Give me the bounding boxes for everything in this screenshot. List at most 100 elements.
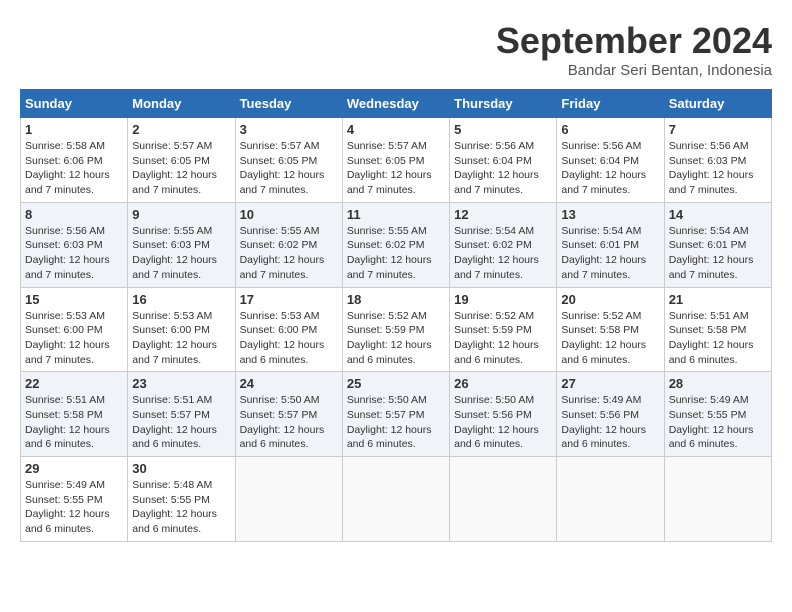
- day-detail: Sunrise: 5:50 AMSunset: 5:57 PMDaylight:…: [347, 393, 445, 452]
- weekday-header: Monday: [128, 90, 235, 118]
- day-detail: Sunrise: 5:52 AMSunset: 5:59 PMDaylight:…: [347, 309, 445, 368]
- calendar-cell: 17 Sunrise: 5:53 AMSunset: 6:00 PMDaylig…: [235, 287, 342, 372]
- calendar-cell: 27 Sunrise: 5:49 AMSunset: 5:56 PMDaylig…: [557, 372, 664, 457]
- day-detail: Sunrise: 5:53 AMSunset: 6:00 PMDaylight:…: [240, 309, 338, 368]
- month-title: September 2024: [496, 20, 772, 62]
- calendar-week-row: 15 Sunrise: 5:53 AMSunset: 6:00 PMDaylig…: [21, 287, 772, 372]
- calendar-cell: 11 Sunrise: 5:55 AMSunset: 6:02 PMDaylig…: [342, 202, 449, 287]
- calendar-cell: 25 Sunrise: 5:50 AMSunset: 5:57 PMDaylig…: [342, 372, 449, 457]
- weekday-header: Friday: [557, 90, 664, 118]
- day-number: 6: [561, 122, 659, 137]
- day-number: 19: [454, 292, 552, 307]
- calendar-cell: [664, 457, 771, 542]
- day-number: 15: [25, 292, 123, 307]
- day-detail: Sunrise: 5:49 AMSunset: 5:55 PMDaylight:…: [669, 393, 767, 452]
- calendar-cell: [235, 457, 342, 542]
- day-number: 13: [561, 207, 659, 222]
- day-detail: Sunrise: 5:57 AMSunset: 6:05 PMDaylight:…: [132, 139, 230, 198]
- day-number: 16: [132, 292, 230, 307]
- weekday-header: Sunday: [21, 90, 128, 118]
- calendar-week-row: 1 Sunrise: 5:58 AMSunset: 6:06 PMDayligh…: [21, 118, 772, 203]
- day-detail: Sunrise: 5:53 AMSunset: 6:00 PMDaylight:…: [25, 309, 123, 368]
- calendar-cell: [342, 457, 449, 542]
- calendar-cell: 24 Sunrise: 5:50 AMSunset: 5:57 PMDaylig…: [235, 372, 342, 457]
- day-detail: Sunrise: 5:56 AMSunset: 6:04 PMDaylight:…: [561, 139, 659, 198]
- day-number: 26: [454, 376, 552, 391]
- calendar-cell: 16 Sunrise: 5:53 AMSunset: 6:00 PMDaylig…: [128, 287, 235, 372]
- day-number: 21: [669, 292, 767, 307]
- day-number: 28: [669, 376, 767, 391]
- day-number: 12: [454, 207, 552, 222]
- day-number: 23: [132, 376, 230, 391]
- day-detail: Sunrise: 5:56 AMSunset: 6:03 PMDaylight:…: [25, 224, 123, 283]
- calendar-cell: 4 Sunrise: 5:57 AMSunset: 6:05 PMDayligh…: [342, 118, 449, 203]
- day-number: 1: [25, 122, 123, 137]
- calendar-cell: 14 Sunrise: 5:54 AMSunset: 6:01 PMDaylig…: [664, 202, 771, 287]
- day-detail: Sunrise: 5:56 AMSunset: 6:04 PMDaylight:…: [454, 139, 552, 198]
- day-detail: Sunrise: 5:51 AMSunset: 5:57 PMDaylight:…: [132, 393, 230, 452]
- day-detail: Sunrise: 5:57 AMSunset: 6:05 PMDaylight:…: [240, 139, 338, 198]
- day-detail: Sunrise: 5:48 AMSunset: 5:55 PMDaylight:…: [132, 478, 230, 537]
- weekday-header: Saturday: [664, 90, 771, 118]
- day-number: 29: [25, 461, 123, 476]
- day-detail: Sunrise: 5:49 AMSunset: 5:56 PMDaylight:…: [561, 393, 659, 452]
- calendar-cell: 26 Sunrise: 5:50 AMSunset: 5:56 PMDaylig…: [450, 372, 557, 457]
- day-detail: Sunrise: 5:51 AMSunset: 5:58 PMDaylight:…: [669, 309, 767, 368]
- calendar-week-row: 8 Sunrise: 5:56 AMSunset: 6:03 PMDayligh…: [21, 202, 772, 287]
- day-number: 11: [347, 207, 445, 222]
- day-detail: Sunrise: 5:50 AMSunset: 5:57 PMDaylight:…: [240, 393, 338, 452]
- calendar-cell: 9 Sunrise: 5:55 AMSunset: 6:03 PMDayligh…: [128, 202, 235, 287]
- day-detail: Sunrise: 5:57 AMSunset: 6:05 PMDaylight:…: [347, 139, 445, 198]
- day-number: 9: [132, 207, 230, 222]
- day-number: 18: [347, 292, 445, 307]
- calendar-cell: 5 Sunrise: 5:56 AMSunset: 6:04 PMDayligh…: [450, 118, 557, 203]
- weekday-header-row: SundayMondayTuesdayWednesdayThursdayFrid…: [21, 90, 772, 118]
- calendar-week-row: 29 Sunrise: 5:49 AMSunset: 5:55 PMDaylig…: [21, 457, 772, 542]
- calendar-cell: 29 Sunrise: 5:49 AMSunset: 5:55 PMDaylig…: [21, 457, 128, 542]
- weekday-header: Thursday: [450, 90, 557, 118]
- day-detail: Sunrise: 5:51 AMSunset: 5:58 PMDaylight:…: [25, 393, 123, 452]
- day-detail: Sunrise: 5:58 AMSunset: 6:06 PMDaylight:…: [25, 139, 123, 198]
- day-detail: Sunrise: 5:54 AMSunset: 6:01 PMDaylight:…: [561, 224, 659, 283]
- calendar-cell: 20 Sunrise: 5:52 AMSunset: 5:58 PMDaylig…: [557, 287, 664, 372]
- day-number: 25: [347, 376, 445, 391]
- calendar-cell: 22 Sunrise: 5:51 AMSunset: 5:58 PMDaylig…: [21, 372, 128, 457]
- day-number: 10: [240, 207, 338, 222]
- calendar-cell: 18 Sunrise: 5:52 AMSunset: 5:59 PMDaylig…: [342, 287, 449, 372]
- page-header: General Blue September 2024 Bandar Seri …: [20, 20, 772, 79]
- calendar-cell: 2 Sunrise: 5:57 AMSunset: 6:05 PMDayligh…: [128, 118, 235, 203]
- calendar-cell: 13 Sunrise: 5:54 AMSunset: 6:01 PMDaylig…: [557, 202, 664, 287]
- day-number: 17: [240, 292, 338, 307]
- day-detail: Sunrise: 5:55 AMSunset: 6:03 PMDaylight:…: [132, 224, 230, 283]
- weekday-header: Wednesday: [342, 90, 449, 118]
- day-detail: Sunrise: 5:54 AMSunset: 6:01 PMDaylight:…: [669, 224, 767, 283]
- calendar-cell: 12 Sunrise: 5:54 AMSunset: 6:02 PMDaylig…: [450, 202, 557, 287]
- day-detail: Sunrise: 5:49 AMSunset: 5:55 PMDaylight:…: [25, 478, 123, 537]
- day-detail: Sunrise: 5:52 AMSunset: 5:59 PMDaylight:…: [454, 309, 552, 368]
- day-number: 27: [561, 376, 659, 391]
- calendar-week-row: 22 Sunrise: 5:51 AMSunset: 5:58 PMDaylig…: [21, 372, 772, 457]
- weekday-header: Tuesday: [235, 90, 342, 118]
- day-number: 2: [132, 122, 230, 137]
- calendar-cell: 8 Sunrise: 5:56 AMSunset: 6:03 PMDayligh…: [21, 202, 128, 287]
- day-number: 20: [561, 292, 659, 307]
- calendar-cell: 10 Sunrise: 5:55 AMSunset: 6:02 PMDaylig…: [235, 202, 342, 287]
- day-number: 3: [240, 122, 338, 137]
- day-detail: Sunrise: 5:55 AMSunset: 6:02 PMDaylight:…: [347, 224, 445, 283]
- calendar-cell: [450, 457, 557, 542]
- day-number: 7: [669, 122, 767, 137]
- location-title: Bandar Seri Bentan, Indonesia: [496, 62, 772, 79]
- calendar-cell: 15 Sunrise: 5:53 AMSunset: 6:00 PMDaylig…: [21, 287, 128, 372]
- day-detail: Sunrise: 5:52 AMSunset: 5:58 PMDaylight:…: [561, 309, 659, 368]
- day-number: 8: [25, 207, 123, 222]
- day-number: 30: [132, 461, 230, 476]
- calendar-cell: 6 Sunrise: 5:56 AMSunset: 6:04 PMDayligh…: [557, 118, 664, 203]
- calendar-table: SundayMondayTuesdayWednesdayThursdayFrid…: [20, 89, 772, 542]
- calendar-cell: 3 Sunrise: 5:57 AMSunset: 6:05 PMDayligh…: [235, 118, 342, 203]
- day-detail: Sunrise: 5:56 AMSunset: 6:03 PMDaylight:…: [669, 139, 767, 198]
- calendar-cell: 30 Sunrise: 5:48 AMSunset: 5:55 PMDaylig…: [128, 457, 235, 542]
- calendar-cell: 7 Sunrise: 5:56 AMSunset: 6:03 PMDayligh…: [664, 118, 771, 203]
- calendar-cell: 23 Sunrise: 5:51 AMSunset: 5:57 PMDaylig…: [128, 372, 235, 457]
- calendar-cell: 21 Sunrise: 5:51 AMSunset: 5:58 PMDaylig…: [664, 287, 771, 372]
- day-detail: Sunrise: 5:53 AMSunset: 6:00 PMDaylight:…: [132, 309, 230, 368]
